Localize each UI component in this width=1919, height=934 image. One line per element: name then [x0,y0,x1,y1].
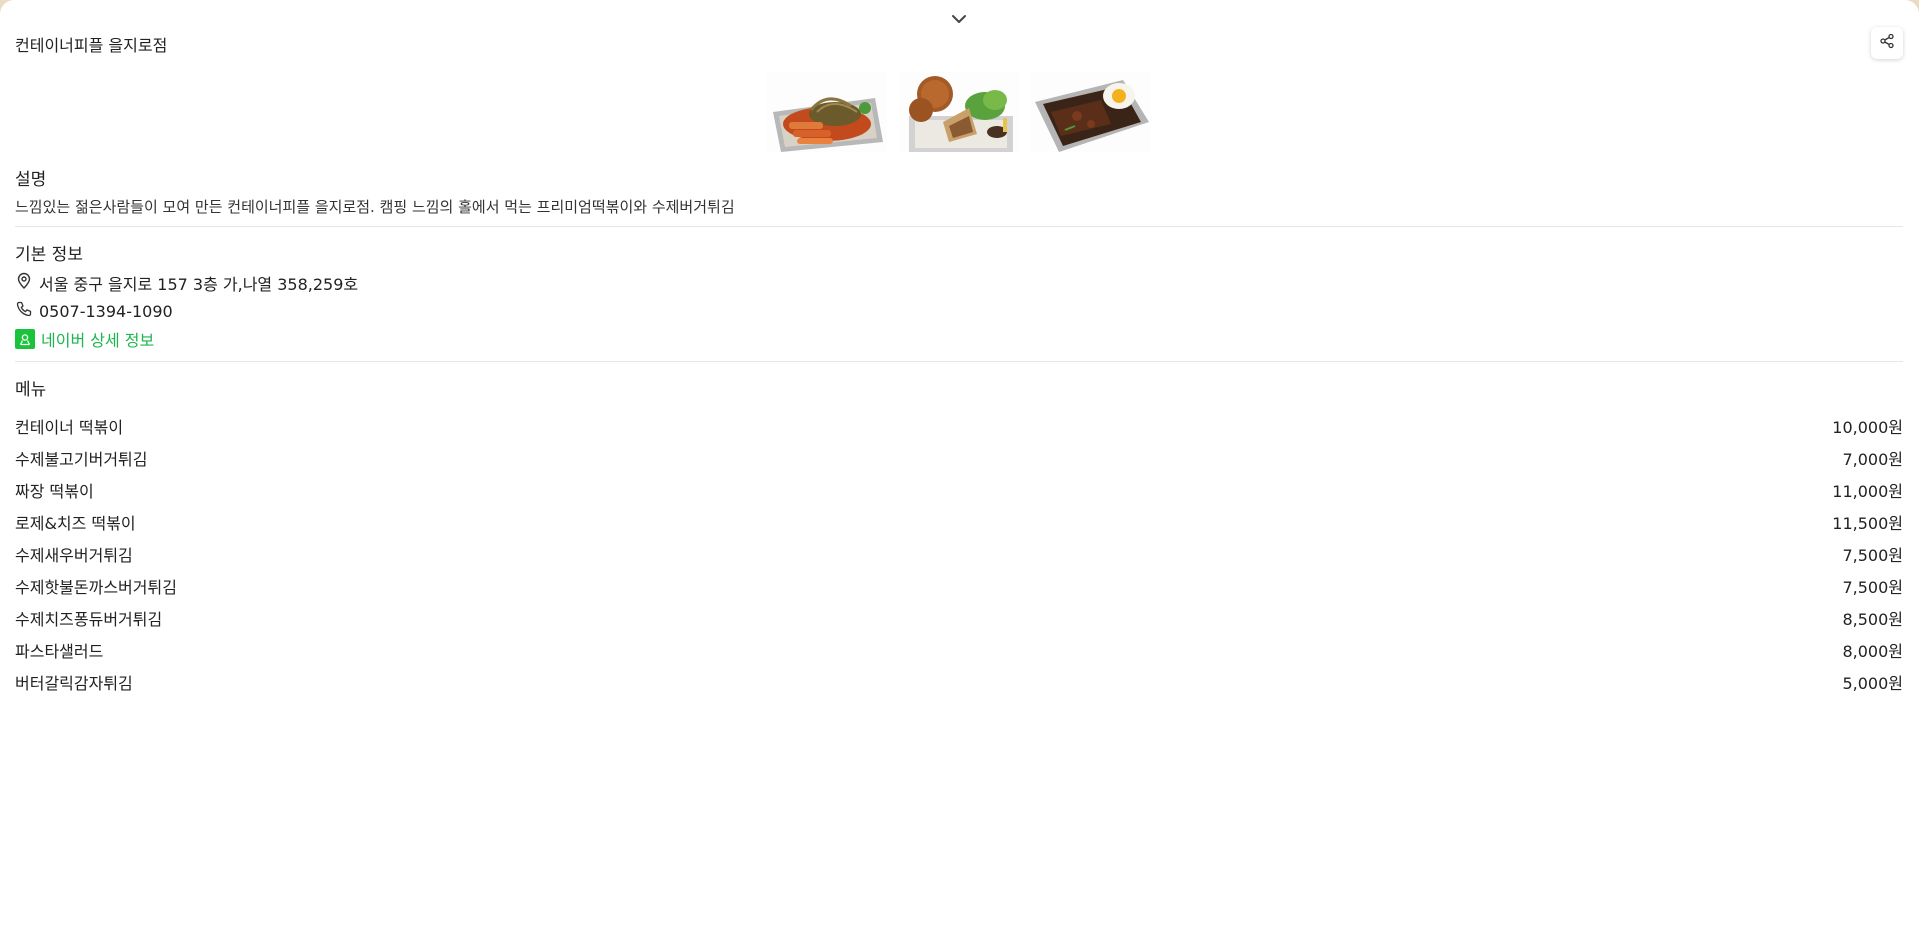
menu-item-price: 7,500원 [1842,546,1903,565]
menu-item-price: 11,000원 [1832,482,1903,501]
map-pin-icon [15,272,33,294]
menu-item-name: 짜장 떡볶이 [15,482,94,501]
menu-item-name: 파스타샐러드 [15,642,104,661]
menu-section: 메뉴 컨테이너 떡볶이 10,000원 수제불고기버거튀김 7,000원 짜장 떡볶… [15,375,1903,698]
place-detail-sheet: 컨테이너피플 을지로점 설명 느낌있는 젊은사람들이 모여 만든 컨테이너피플 … [0,0,1919,934]
address-text: 서울 중구 을지로 157 3층 가,나열 358,259호 [39,275,359,294]
menu-item: 파스타샐러드 8,000원 [15,634,1903,666]
share-icon [1879,33,1895,53]
address-row: 서울 중구 을지로 157 3층 가,나열 358,259호 [15,269,1903,297]
menu-item-price: 5,000원 [1842,674,1903,693]
menu-list: 컨테이너 떡볶이 10,000원 수제불고기버거튀김 7,000원 짜장 떡볶이 11… [15,410,1903,698]
food-photo-tteokbokki[interactable] [767,72,887,152]
share-button[interactable] [1871,27,1903,59]
menu-item: 수제불고기버거튀김 7,000원 [15,442,1903,474]
menu-item-name: 로제&치즈 떡볶이 [15,514,136,533]
menu-item-name: 수제치즈퐁듀버거튀김 [15,610,163,629]
menu-item-name: 버터갈릭감자튀김 [15,674,133,693]
naver-detail-row: 네이버 상세 정보 [15,325,1903,353]
menu-item-price: 10,000원 [1832,418,1903,437]
basic-info-title: 기본 정보 [15,245,83,265]
photo-gallery [767,72,1151,152]
menu-item: 로제&치즈 떡볶이 11,500원 [15,506,1903,538]
menu-item: 짜장 떡볶이 11,000원 [15,474,1903,506]
basic-info-section: 기본 정보 서울 중구 을지로 157 3층 가,나열 358,259호 050… [15,240,1903,353]
menu-item-price: 8,000원 [1842,642,1903,661]
menu-item-price: 8,500원 [1842,610,1903,629]
menu-item: 버터갈릭감자튀김 5,000원 [15,666,1903,698]
menu-item-name: 수제핫불돈까스버거튀김 [15,578,177,597]
menu-item-name: 컨테이너 떡볶이 [15,418,124,437]
naver-detail-link[interactable]: 네이버 상세 정보 [41,327,154,351]
menu-title: 메뉴 [15,380,47,400]
menu-item-name: 수제불고기버거튀김 [15,450,148,469]
description-section: 설명 느낌있는 젊은사람들이 모여 만든 컨테이너피플 을지로점. 캠핑 느낌의… [15,165,1903,217]
food-photo-burger[interactable] [899,72,1019,152]
divider [15,226,1903,227]
divider [15,361,1903,362]
phone-icon [15,300,33,322]
chevron-down-icon[interactable] [948,8,970,30]
menu-item-price: 7,500원 [1842,578,1903,597]
place-title: 컨테이너피플 을지로점 [15,36,168,55]
food-photo-rice-bowl[interactable] [1031,72,1151,152]
description-text: 느낌있는 젊은사람들이 모여 만든 컨테이너피플 을지로점. 캠핑 느낌의 홀에… [15,198,735,216]
menu-item-price: 7,000원 [1842,450,1903,469]
menu-item: 수제핫불돈까스버거튀김 7,500원 [15,570,1903,602]
menu-item: 수제새우버거튀김 7,500원 [15,538,1903,570]
description-title: 설명 [15,170,47,190]
menu-item: 컨테이너 떡볶이 10,000원 [15,410,1903,442]
naver-place-icon [15,329,35,349]
phone-number[interactable]: 0507-1394-1090 [39,302,173,321]
menu-item: 수제치즈퐁듀버거튀김 8,500원 [15,602,1903,634]
menu-item-price: 11,500원 [1832,514,1903,533]
menu-item-name: 수제새우버거튀김 [15,546,133,565]
phone-row: 0507-1394-1090 [15,297,1903,325]
